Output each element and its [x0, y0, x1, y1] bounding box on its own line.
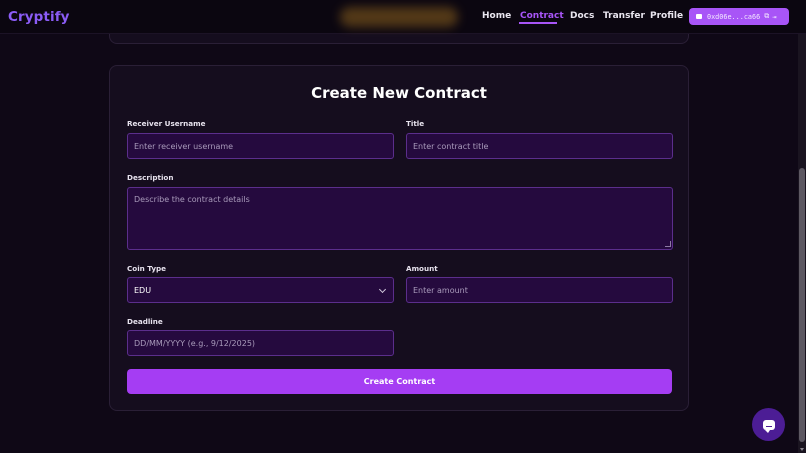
scrollbar[interactable]: [798, 0, 806, 453]
nav-transfer[interactable]: Transfer: [603, 11, 645, 21]
wallet-address: 0xd06e...ca66: [707, 12, 761, 21]
receiver-username-input[interactable]: [127, 133, 394, 159]
deadline-input[interactable]: [127, 330, 394, 356]
app-logo[interactable]: Cryptify: [8, 9, 70, 25]
active-nav-underline: [519, 22, 557, 24]
resize-grip-icon[interactable]: [665, 241, 671, 247]
nav-contract[interactable]: Contract: [520, 11, 564, 21]
amount-input[interactable]: [406, 277, 673, 303]
navbar: Cryptify Home Contract Docs Transfer Pro…: [0, 0, 806, 34]
scroll-down-icon[interactable]: [800, 448, 804, 451]
chat-button[interactable]: [752, 408, 785, 441]
title-label: Title: [406, 119, 425, 128]
create-contract-card: Create New Contract Receiver Username Ti…: [109, 65, 689, 411]
wallet-button[interactable]: 0xd06e...ca66 ⧉ ⇥: [689, 8, 789, 25]
wallet-icon: [696, 14, 702, 19]
description-textarea[interactable]: [127, 187, 673, 250]
coin-type-value: EDU: [134, 285, 152, 295]
coin-type-label: Coin Type: [127, 264, 167, 273]
copy-icon[interactable]: ⧉: [764, 12, 769, 21]
form-title: Create New Contract: [311, 84, 487, 102]
contract-title-input[interactable]: [406, 133, 673, 159]
nav-glow-decoration: [340, 7, 458, 27]
create-contract-button[interactable]: Create Contract: [127, 369, 672, 394]
description-label: Description: [127, 173, 174, 182]
logout-icon[interactable]: ⇥: [772, 13, 776, 21]
nav-home[interactable]: Home: [482, 11, 511, 21]
deadline-label: Deadline: [127, 317, 163, 326]
nav-docs[interactable]: Docs: [570, 11, 594, 21]
chevron-down-icon: [378, 285, 387, 294]
scroll-thumb[interactable]: [799, 168, 805, 442]
receiver-label: Receiver Username: [127, 119, 206, 128]
coin-type-select[interactable]: EDU: [127, 277, 394, 303]
nav-profile[interactable]: Profile: [650, 11, 683, 21]
amount-label: Amount: [406, 264, 438, 273]
chat-icon: [762, 419, 775, 433]
